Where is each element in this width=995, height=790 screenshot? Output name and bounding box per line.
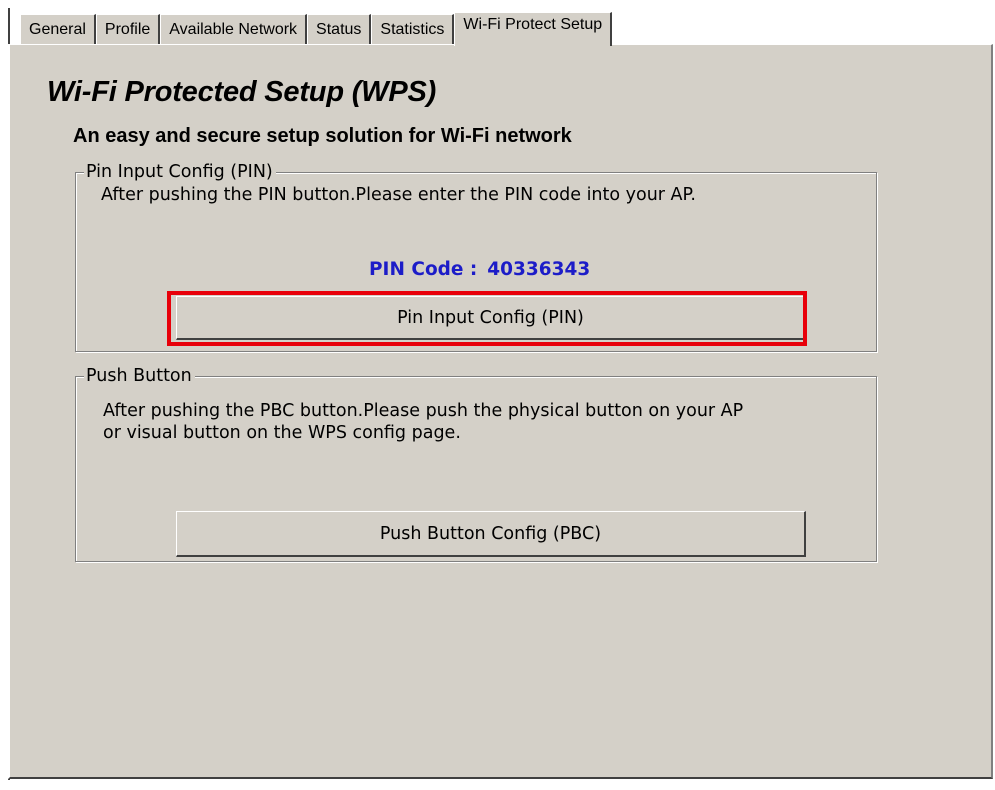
tab-general[interactable]: General — [20, 14, 96, 44]
tab-status[interactable]: Status — [307, 14, 372, 44]
pin-code-display: PIN Code : 40336343 — [369, 259, 590, 280]
push-button-group: Push Button After pushing the PBC button… — [75, 365, 877, 562]
tab-strip: General Profile Available Network Status… — [20, 12, 613, 46]
pin-group-legend: Pin Input Config (PIN) — [84, 161, 276, 183]
pin-instructions: After pushing the PIN button.Please ente… — [101, 185, 696, 205]
tab-statistics[interactable]: Statistics — [371, 14, 455, 44]
tab-profile[interactable]: Profile — [95, 14, 161, 44]
pbc-instructions: After pushing the PBC button.Please push… — [103, 400, 743, 444]
page-title: Wi-Fi Protected Setup (WPS) — [47, 76, 437, 108]
pbc-group-legend: Push Button — [84, 365, 195, 387]
pin-code-label: PIN Code : — [369, 259, 478, 280]
page-subtitle: An easy and secure setup solution for Wi… — [73, 125, 572, 147]
pbc-instructions-line-1: After pushing the PBC button.Please push… — [103, 401, 744, 421]
pin-input-config-button[interactable]: Pin Input Config (PIN) — [176, 296, 806, 340]
pin-code-value: 40336343 — [487, 259, 591, 280]
tab-wifi-protect-setup[interactable]: Wi-Fi Protect Setup — [454, 12, 613, 46]
tab-available-network[interactable]: Available Network — [160, 14, 308, 44]
push-button-config-button[interactable]: Push Button Config (PBC) — [176, 511, 806, 557]
pin-input-config-group: Pin Input Config (PIN) After pushing the… — [75, 161, 877, 352]
pbc-instructions-line-2: or visual button on the WPS config page. — [103, 423, 461, 443]
